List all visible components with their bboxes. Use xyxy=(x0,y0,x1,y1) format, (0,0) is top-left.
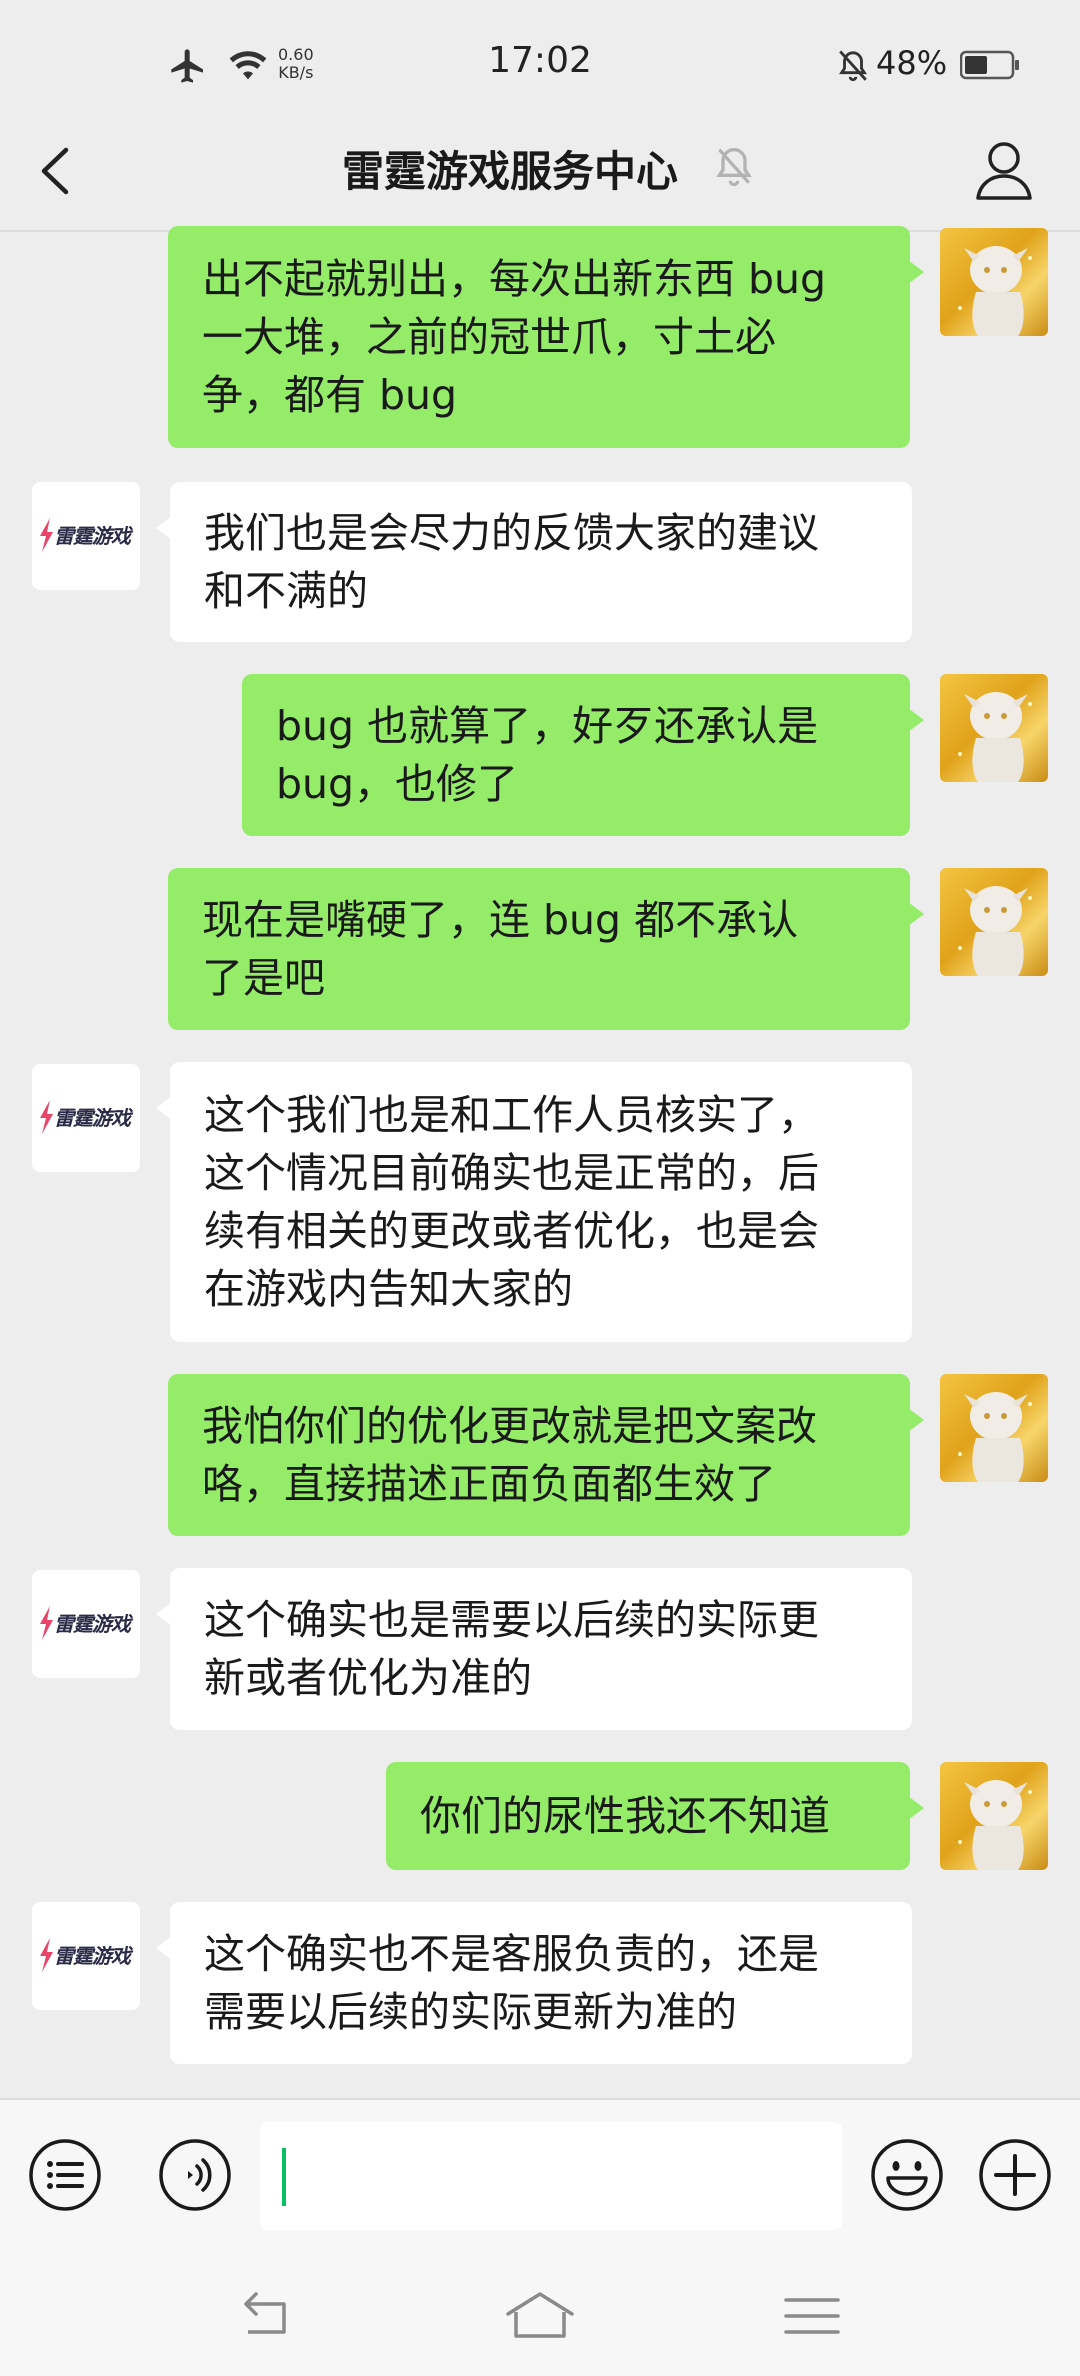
lightning-logo-icon xyxy=(40,1606,53,1640)
message-text: 现在是嘴硬了，连 bug 都不承认 了是吧 xyxy=(202,891,798,1007)
user-avatar[interactable] xyxy=(940,228,1048,336)
message-line: bug，也修了 xyxy=(276,760,519,808)
message-line: 这个确实也是需要以后续的实际更 xyxy=(204,1596,819,1644)
message-bubble-incoming[interactable]: 我们也是会尽力的反馈大家的建议 和不满的 xyxy=(156,482,912,642)
message-input[interactable] xyxy=(260,2122,842,2230)
message-bubble-incoming[interactable]: 这个确实也是需要以后续的实际更 新或者优化为准的 xyxy=(156,1568,912,1730)
message-bubble-outgoing[interactable]: bug 也就算了，好歹还承认是 bug，也修了 xyxy=(242,674,924,836)
chat-title: 雷霆游戏服务中心 xyxy=(341,147,678,196)
lightning-logo-icon xyxy=(40,1100,53,1134)
message-bubble-incoming[interactable]: 这个我们也是和工作人员核实了， 这个情况目前确实也是正常的，后 续有相关的更改或… xyxy=(156,1062,912,1342)
chat-header: 雷霆游戏服务中心 xyxy=(0,110,1080,232)
service-avatar[interactable]: 雷霆游戏 xyxy=(32,1064,140,1172)
message-text: 这个确实也不是客服负责的，还是 需要以后续的实际更新为准的 xyxy=(204,1925,819,2041)
message-line: 出不起就别出，每次出新东西 bug xyxy=(202,255,827,303)
user-avatar[interactable] xyxy=(940,1374,1048,1482)
mute-icon xyxy=(839,50,867,82)
battery-percent: 48% xyxy=(876,44,948,82)
profile-icon[interactable] xyxy=(972,136,1036,206)
message-line: 我们也是会尽力的反馈大家的建议 xyxy=(204,509,819,557)
user-avatar[interactable] xyxy=(940,868,1048,976)
dog-avatar-image xyxy=(958,1780,1032,1870)
wifi-icon xyxy=(229,51,267,80)
user-avatar[interactable] xyxy=(940,1762,1048,1870)
message-text: bug 也就算了，好歹还承认是 bug，也修了 xyxy=(276,697,818,813)
text-caret xyxy=(282,2148,286,2206)
message-line: 我怕你们的优化更改就是把文案改 xyxy=(202,1402,817,1450)
message-text: 这个我们也是和工作人员核实了， 这个情况目前确实也是正常的，后 续有相关的更改或… xyxy=(204,1086,819,1318)
message-line: 咯，直接描述正面负面都生效了 xyxy=(202,1460,776,1508)
message-line: 现在是嘴硬了，连 bug 都不承认 xyxy=(202,896,799,944)
service-avatar[interactable]: 雷霆游戏 xyxy=(32,1570,140,1678)
battery-icon xyxy=(960,50,1019,80)
nav-back-icon[interactable] xyxy=(228,2286,308,2346)
lightning-logo-icon xyxy=(40,1938,53,1972)
system-nav-bar xyxy=(0,2258,1080,2376)
message-line: 这个我们也是和工作人员核实了， xyxy=(204,1091,819,1139)
dog-avatar-image xyxy=(958,692,1032,782)
dog-avatar-image xyxy=(958,1392,1032,1482)
message-line: 这个情况目前确实也是正常的，后 xyxy=(204,1149,819,1197)
message-line: 在游戏内告知大家的 xyxy=(204,1265,573,1313)
network-speed: 0.60 KB/s xyxy=(278,46,314,82)
dog-avatar-image xyxy=(958,246,1032,336)
message-text: 你们的尿性我还不知道 xyxy=(420,1787,830,1845)
message-text: 我怕你们的优化更改就是把文案改 咯，直接描述正面负面都生效了 xyxy=(202,1397,817,1513)
dog-avatar-image xyxy=(958,886,1032,976)
plus-icon[interactable] xyxy=(978,2138,1052,2212)
emoji-icon[interactable] xyxy=(870,2138,944,2212)
message-line: 和不满的 xyxy=(204,567,368,615)
message-line: 续有相关的更改或者优化，也是会 xyxy=(204,1207,819,1255)
message-line: 了是吧 xyxy=(202,954,325,1002)
nav-menu-icon[interactable] xyxy=(772,2286,852,2346)
lightning-logo-icon xyxy=(40,518,53,552)
service-logo-text: 雷霆游戏 xyxy=(54,1106,131,1130)
message-line: 需要以后续的实际更新为准的 xyxy=(204,1988,737,2036)
user-avatar[interactable] xyxy=(940,674,1048,782)
nav-home-icon[interactable] xyxy=(500,2286,580,2346)
airplane-icon xyxy=(171,49,203,83)
input-bar xyxy=(0,2098,1080,2260)
message-bubble-outgoing[interactable]: 出不起就别出，每次出新东西 bug 一大堆，之前的冠世爪，寸土必 争，都有 bu… xyxy=(168,226,924,448)
message-text: 我们也是会尽力的反馈大家的建议 和不满的 xyxy=(204,504,819,620)
service-avatar[interactable]: 雷霆游戏 xyxy=(32,1902,140,2010)
service-logo-text: 雷霆游戏 xyxy=(54,524,131,548)
service-logo-text: 雷霆游戏 xyxy=(54,1612,131,1636)
service-avatar[interactable]: 雷霆游戏 xyxy=(32,482,140,590)
message-bubble-incoming[interactable]: 这个确实也不是客服负责的，还是 需要以后续的实际更新为准的 xyxy=(156,1902,912,2064)
message-line: 你们的尿性我还不知道 xyxy=(420,1792,830,1840)
network-speed-unit: KB/s xyxy=(278,63,314,82)
message-line: 一大堆，之前的冠世爪，寸土必 xyxy=(202,313,776,361)
message-line: 新或者优化为准的 xyxy=(204,1654,532,1702)
message-bubble-outgoing[interactable]: 我怕你们的优化更改就是把文案改 咯，直接描述正面负面都生效了 xyxy=(168,1374,924,1536)
message-line: 这个确实也不是客服负责的，还是 xyxy=(204,1930,819,1978)
message-line: bug 也就算了，好歹还承认是 xyxy=(276,702,819,750)
message-bubble-outgoing[interactable]: 你们的尿性我还不知道 xyxy=(386,1762,924,1870)
message-line: 争，都有 bug xyxy=(202,371,458,419)
voice-icon[interactable] xyxy=(158,2138,232,2212)
service-logo-text: 雷霆游戏 xyxy=(54,1944,131,1968)
menu-list-icon[interactable] xyxy=(28,2138,102,2212)
message-text: 这个确实也是需要以后续的实际更 新或者优化为准的 xyxy=(204,1591,819,1707)
status-time: 17:02 xyxy=(488,40,592,81)
notifications-muted-icon xyxy=(716,148,752,187)
message-text: 出不起就别出，每次出新东西 bug 一大堆，之前的冠世爪，寸土必 争，都有 bu… xyxy=(202,250,826,424)
message-bubble-outgoing[interactable]: 现在是嘴硬了，连 bug 都不承认 了是吧 xyxy=(168,868,924,1030)
network-speed-value: 0.60 xyxy=(278,45,314,64)
